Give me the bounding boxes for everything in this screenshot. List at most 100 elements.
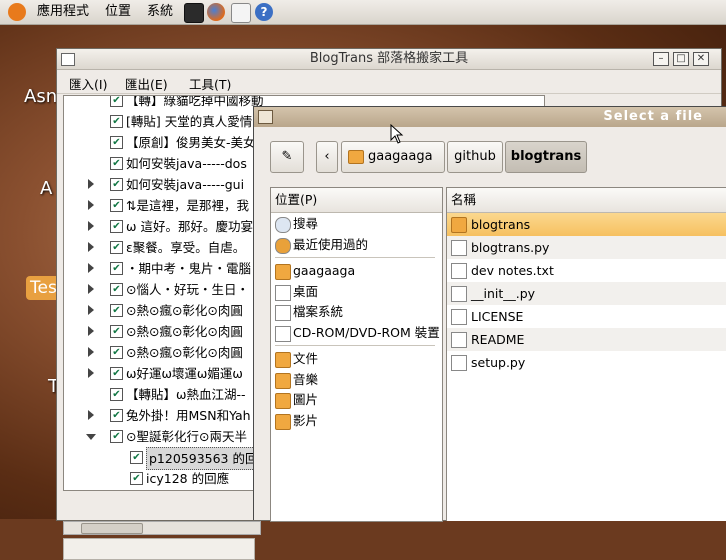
top-panel: 應用程式 位置 系統 ?	[0, 0, 726, 25]
file-row[interactable]: setup.py	[447, 351, 726, 374]
expander-collapsed-icon[interactable]	[88, 347, 94, 357]
checkbox[interactable]: ✔	[110, 304, 123, 317]
places-item-label: 影片	[293, 412, 319, 428]
system-menu[interactable]: 系統	[147, 0, 173, 24]
maximize-button[interactable]: □	[673, 52, 689, 66]
expander-collapsed-icon[interactable]	[88, 284, 94, 294]
desktop-icon-label[interactable]: A	[40, 178, 52, 199]
name-column-header[interactable]: 名稱	[447, 188, 726, 213]
path-button-github[interactable]: github	[447, 141, 503, 173]
tree-row-label: ω 這好。那好。慶功宴	[126, 219, 253, 234]
places-item[interactable]: 影片	[271, 411, 442, 431]
expander-expanded-icon[interactable]	[86, 434, 96, 440]
expander-collapsed-icon[interactable]	[88, 263, 94, 273]
mail-icon[interactable]	[231, 3, 251, 23]
places-item-label: 檔案系統	[293, 304, 344, 319]
search-icon	[275, 217, 291, 233]
checkbox[interactable]: ✔	[110, 199, 123, 212]
applications-menu[interactable]: 應用程式	[37, 0, 89, 24]
menu-import[interactable]: 匯入(I)	[69, 74, 107, 93]
places-column-header[interactable]: 位置(P)	[271, 188, 442, 213]
file-row[interactable]: blogtrans.py	[447, 236, 726, 259]
firefox-icon[interactable]	[207, 3, 225, 21]
tree-row-label: [轉貼] 天堂的真人愛情	[126, 114, 253, 129]
checkbox[interactable]: ✔	[110, 136, 123, 149]
file-name: LICENSE	[471, 309, 524, 324]
checkbox[interactable]: ✔	[110, 388, 123, 401]
checkbox[interactable]: ✔	[110, 220, 123, 233]
places-menu[interactable]: 位置	[105, 0, 131, 24]
file-row[interactable]: __init__.py	[447, 282, 726, 305]
help-icon[interactable]: ?	[255, 3, 273, 21]
minimize-button[interactable]: –	[653, 52, 669, 66]
home-folder-icon	[348, 150, 364, 164]
type-location-button[interactable]: ✎	[270, 141, 304, 173]
menu-tools[interactable]: 工具(T)	[189, 74, 231, 93]
checkbox[interactable]: ✔	[110, 325, 123, 338]
terminal-icon[interactable]	[184, 3, 204, 23]
tree-row-label: ・期中考・鬼片・電腦	[126, 261, 252, 276]
tree-row-label: 如何安裝java-----gui	[126, 177, 245, 192]
places-item[interactable]: 搜尋	[271, 214, 442, 234]
path-back-button[interactable]: ‹	[316, 141, 338, 173]
checkbox[interactable]: ✔	[110, 367, 123, 380]
places-item[interactable]: 桌面	[271, 282, 442, 302]
expander-collapsed-icon[interactable]	[88, 410, 94, 420]
places-item[interactable]: 檔案系統	[271, 302, 442, 322]
places-item[interactable]: 音樂	[271, 370, 442, 390]
tree-row-label: 【轉貼】ω熱血江湖--	[126, 387, 246, 402]
file-row[interactable]: README	[447, 328, 726, 351]
file-row[interactable]: dev notes.txt	[447, 259, 726, 282]
horizontal-scrollbar[interactable]	[63, 521, 263, 535]
menu-export[interactable]: 匯出(E)	[125, 74, 168, 93]
checkbox[interactable]: ✔	[110, 178, 123, 191]
places-item-label: 最近使用過的	[293, 236, 369, 252]
ubuntu-logo-icon[interactable]	[8, 3, 26, 21]
checkbox[interactable]: ✔	[110, 241, 123, 254]
path-button-blogtrans[interactable]: blogtrans	[505, 141, 587, 173]
tree-row-label: ⊙熱⊙瘋⊙彰化⊙肉圓	[126, 303, 243, 318]
checkbox[interactable]: ✔	[110, 430, 123, 443]
checkbox[interactable]: ✔	[110, 115, 123, 128]
file-chooser-dialog: Select a file ✎ ‹ gaagaaga github blogtr…	[253, 106, 726, 522]
text-file-icon	[451, 332, 467, 348]
dialog-titlebar[interactable]: Select a file	[254, 107, 726, 127]
file-row[interactable]: blogtrans	[447, 213, 726, 236]
places-item[interactable]: gaagaaga	[271, 261, 442, 281]
file-row[interactable]: LICENSE	[447, 305, 726, 328]
places-item[interactable]: 最近使用過的	[271, 235, 442, 255]
places-item[interactable]: 圖片	[271, 390, 442, 410]
checkbox[interactable]: ✔	[110, 346, 123, 359]
expander-collapsed-icon[interactable]	[88, 200, 94, 210]
expander-collapsed-icon[interactable]	[88, 368, 94, 378]
path-button-home[interactable]: gaagaaga	[341, 141, 445, 173]
text-file-icon	[451, 263, 467, 279]
checkbox[interactable]: ✔	[110, 409, 123, 422]
expander-collapsed-icon[interactable]	[88, 242, 94, 252]
places-item[interactable]: CD-ROM/DVD-ROM 裝置	[271, 323, 442, 343]
dialog-title: Select a file	[603, 109, 703, 124]
python-file-icon	[451, 286, 467, 302]
expander-collapsed-icon[interactable]	[88, 179, 94, 189]
name-header-label: 名稱	[451, 192, 477, 207]
checkbox[interactable]: ✔	[130, 472, 143, 485]
checkbox[interactable]: ✔	[110, 96, 123, 107]
checkbox[interactable]: ✔	[110, 157, 123, 170]
expander-collapsed-icon[interactable]	[88, 326, 94, 336]
places-item[interactable]: 文件	[271, 349, 442, 369]
checkbox[interactable]: ✔	[130, 451, 143, 464]
window-titlebar[interactable]: BlogTrans 部落格搬家工具 – □ ✕	[57, 49, 721, 70]
desktop-icon-label[interactable]: Asn	[24, 86, 57, 107]
close-button[interactable]: ✕	[693, 52, 709, 66]
expander-collapsed-icon[interactable]	[88, 221, 94, 231]
checkbox[interactable]: ✔	[110, 283, 123, 296]
recent-icon	[275, 237, 291, 254]
expander-collapsed-icon[interactable]	[88, 305, 94, 315]
checkbox[interactable]: ✔	[110, 262, 123, 275]
places-item-label: 搜尋	[293, 216, 319, 231]
scrollbar-thumb[interactable]	[81, 523, 143, 534]
folder-icon	[275, 352, 291, 368]
places-header-label: 位置(P)	[275, 192, 318, 207]
places-item-label: gaagaaga	[293, 263, 356, 278]
tree-row-label: 【轉】綠貓吃掉中國移動	[126, 95, 264, 108]
